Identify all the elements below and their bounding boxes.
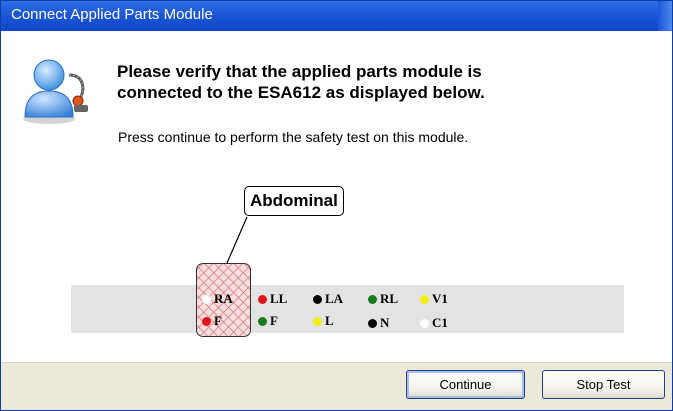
lead-label: F xyxy=(270,313,278,328)
lead-c1: C1 xyxy=(420,316,448,330)
dialog-window: Connect Applied Parts Module Please veri… xyxy=(0,0,673,411)
lead-f-red: F xyxy=(202,314,222,328)
lead-color-dot xyxy=(420,319,429,328)
lead-color-dot xyxy=(313,317,322,326)
callout-leader-line xyxy=(226,216,248,264)
user-cable-icon xyxy=(23,59,88,124)
button-bar: Continue Stop Test xyxy=(1,362,672,410)
lead-ll: LL xyxy=(258,292,287,306)
lead-color-dot xyxy=(313,295,322,304)
title-bar[interactable]: Connect Applied Parts Module xyxy=(1,1,672,31)
lead-label: F xyxy=(214,313,222,328)
lead-color-dot xyxy=(202,295,211,304)
title-bar-edge xyxy=(658,1,672,31)
lead-label: V1 xyxy=(432,291,448,306)
lead-label: RA xyxy=(214,291,233,306)
instruction-text: Press continue to perform the safety tes… xyxy=(118,129,469,145)
lead-color-dot xyxy=(368,319,377,328)
lead-f-green: F xyxy=(258,314,278,328)
continue-button[interactable]: Continue xyxy=(406,370,525,399)
lead-n: N xyxy=(368,316,389,330)
lead-label: C1 xyxy=(432,315,448,330)
window-title: Connect Applied Parts Module xyxy=(11,6,213,23)
lead-l: L xyxy=(313,314,334,328)
lead-label: LA xyxy=(325,291,344,306)
lead-label: N xyxy=(380,315,390,330)
stop-test-button[interactable]: Stop Test xyxy=(542,370,665,399)
lead-v1: V1 xyxy=(420,292,448,306)
lead-ra: RA xyxy=(202,292,233,306)
callout-label: Abdominal xyxy=(244,186,344,216)
lead-label: LL xyxy=(270,291,288,306)
lead-color-dot xyxy=(368,295,377,304)
lead-color-dot xyxy=(258,295,267,304)
headline-line-1: Please verify that the applied parts mod… xyxy=(117,62,482,81)
module-diagram: Abdominal RA F LL F LA L RL N V1 C1 xyxy=(71,181,624,341)
lead-label: L xyxy=(325,313,334,328)
lead-rl: RL xyxy=(368,292,398,306)
lead-label: RL xyxy=(380,291,399,306)
lead-color-dot xyxy=(420,295,429,304)
verification-message: Please verify that the applied parts mod… xyxy=(117,61,657,103)
lead-color-dot xyxy=(202,317,211,326)
headline-line-2: connected to the ESA612 as displayed bel… xyxy=(117,83,485,102)
lead-color-dot xyxy=(258,317,267,326)
lead-la: LA xyxy=(313,292,343,306)
